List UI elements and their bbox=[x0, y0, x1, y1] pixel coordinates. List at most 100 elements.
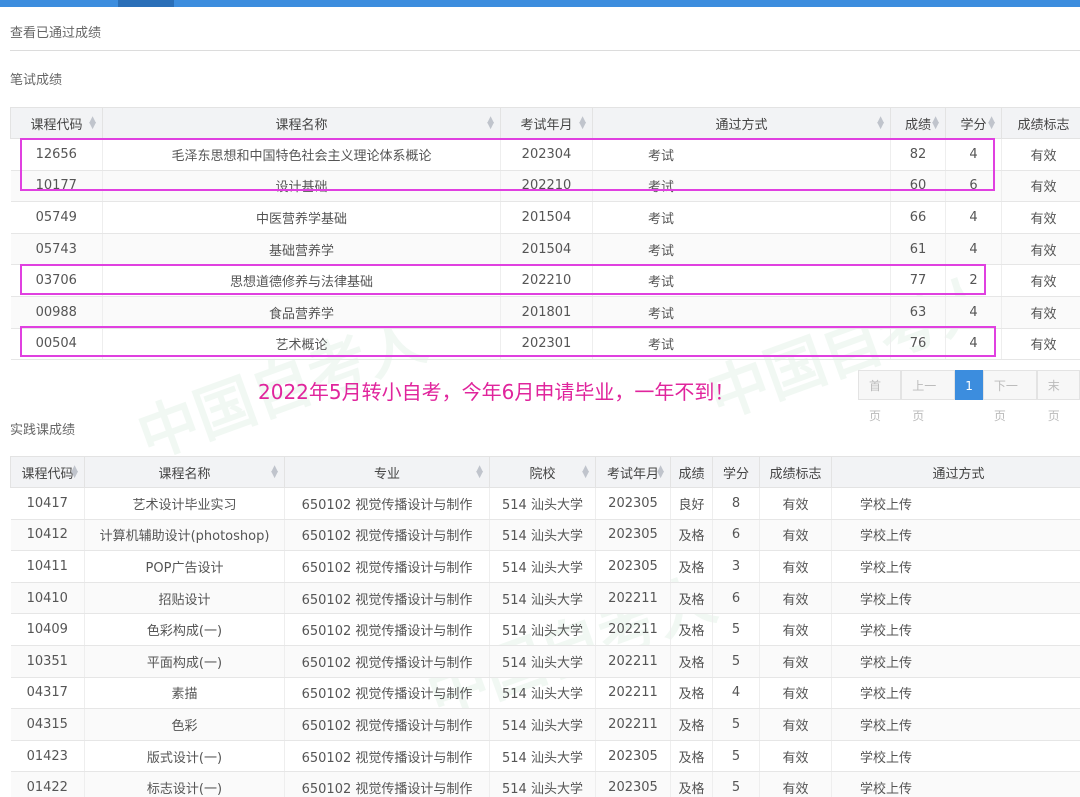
table-row[interactable]: 10411 POP广告设计 650102 视觉传播设计与制作 514 汕头大学 2023… bbox=[10, 550, 1080, 583]
sort-icon[interactable]: ▲ ▼ bbox=[988, 116, 995, 131]
sort-icon[interactable]: ▲ ▼ bbox=[932, 116, 939, 131]
table-cell: 202305 bbox=[595, 487, 671, 520]
current-page[interactable]: 1 bbox=[955, 370, 983, 400]
table-cell: 8 bbox=[712, 487, 760, 520]
table-row[interactable]: 10409 色彩构成(一) 650102 视觉传播设计与制作 514 汕头大学 2022… bbox=[10, 613, 1080, 646]
first-page-button[interactable]: 首页 bbox=[858, 370, 902, 423]
table-cell: 有效 bbox=[759, 708, 832, 741]
sort-icon[interactable]: ▲ ▼ bbox=[877, 116, 884, 131]
active-tab-marker[interactable] bbox=[118, 0, 174, 7]
table-cell: 及格 bbox=[670, 771, 713, 797]
table-cell: 4 bbox=[945, 138, 1002, 171]
sort-icon[interactable]: ▲ ▼ bbox=[271, 465, 278, 480]
table-cell: 平面构成(一) bbox=[84, 645, 285, 678]
table-cell: 有效 bbox=[759, 487, 832, 520]
table-cell: 12656 bbox=[10, 138, 103, 171]
sort-icon[interactable]: ▲ ▼ bbox=[582, 465, 589, 480]
last-page-button[interactable]: 末页 bbox=[1036, 370, 1080, 423]
table-cell: 514 汕头大学 bbox=[489, 708, 596, 741]
table-row[interactable]: 10417 艺术设计毕业实习 650102 视觉传播设计与制作 514 汕头大学 202… bbox=[10, 487, 1080, 520]
column-header[interactable]: 通过方式 ▲ ▼ bbox=[592, 107, 891, 139]
column-header-label: 课程代码 bbox=[21, 466, 74, 482]
column-header[interactable]: 成绩标志 bbox=[1001, 107, 1080, 139]
table-cell: 10351 bbox=[10, 645, 85, 678]
column-header[interactable]: 考试年月 ▲ ▼ bbox=[595, 456, 671, 488]
prev-page-button[interactable]: 上一页 bbox=[901, 370, 956, 423]
table-cell: 00988 bbox=[10, 296, 103, 329]
table-cell: 03706 bbox=[10, 264, 103, 297]
table-row[interactable]: 01423 版式设计(一) 650102 视觉传播设计与制作 514 汕头大学 2023… bbox=[10, 740, 1080, 773]
table-cell: 及格 bbox=[670, 613, 713, 646]
column-header[interactable]: 课程代码 ▲ ▼ bbox=[10, 107, 103, 139]
table-cell: 有效 bbox=[1001, 170, 1080, 203]
table-cell: 202305 bbox=[595, 771, 671, 797]
column-header[interactable]: 考试年月 ▲ ▼ bbox=[500, 107, 593, 139]
table-row[interactable]: 00504 艺术概论 202301 考试 76 4 有效 bbox=[10, 328, 1080, 361]
table-cell: 60 bbox=[890, 170, 946, 203]
table-cell: 及格 bbox=[670, 582, 713, 615]
table-row[interactable]: 03706 思想道德修养与法律基础 202210 考试 77 2 有效 bbox=[10, 264, 1080, 297]
column-header[interactable]: 课程名称 ▲ ▼ bbox=[102, 107, 501, 139]
column-header[interactable]: 课程名称 ▲ ▼ bbox=[84, 456, 285, 488]
column-header-label: 考试年月 bbox=[606, 466, 659, 482]
sort-icon[interactable]: ▲ ▼ bbox=[657, 465, 664, 480]
column-header[interactable]: 成绩标志 bbox=[759, 456, 832, 488]
table-cell: 202301 bbox=[500, 328, 593, 361]
table-cell: 计算机辅助设计(photoshop) bbox=[84, 519, 285, 552]
sort-icon[interactable]: ▲ ▼ bbox=[579, 116, 586, 131]
column-header[interactable]: 成绩 ▲ ▼ bbox=[890, 107, 946, 139]
column-header[interactable]: 院校 ▲ ▼ bbox=[489, 456, 596, 488]
column-header[interactable]: 学分 ▲ ▼ bbox=[945, 107, 1002, 139]
column-header-label: 课程名称 bbox=[275, 117, 328, 133]
table-cell: 202211 bbox=[595, 582, 671, 615]
table-cell: 514 汕头大学 bbox=[489, 677, 596, 710]
table-cell: 10411 bbox=[10, 550, 85, 583]
practice-scores-table: 课程代码 ▲ ▼ 课程名称 ▲ ▼ 专业 ▲ ▼ 院校 ▲ ▼ 考试年月 ▲ ▼ 成绩 学分 成绩标志 通过方式 1… bbox=[10, 456, 1080, 797]
table-cell: 有效 bbox=[759, 677, 832, 710]
column-header[interactable]: 学分 bbox=[712, 456, 760, 488]
table-cell: 4 bbox=[945, 233, 1002, 266]
table-cell: 版式设计(一) bbox=[84, 740, 285, 773]
table-cell: 202304 bbox=[500, 138, 593, 171]
table-row[interactable]: 05749 中医营养学基础 201504 考试 66 4 有效 bbox=[10, 201, 1080, 234]
table-row[interactable]: 04317 素描 650102 视觉传播设计与制作 514 汕头大学 202211 及格 4… bbox=[10, 677, 1080, 710]
sort-icon[interactable]: ▲ ▼ bbox=[89, 116, 96, 131]
table-row[interactable]: 12656 毛泽东思想和中国特色社会主义理论体系概论 202304 考试 82 4 有效 bbox=[10, 138, 1080, 171]
practice-section-title: 实践课成绩 bbox=[10, 423, 76, 438]
table-row[interactable]: 04315 色彩 650102 视觉传播设计与制作 514 汕头大学 202211 及格 5… bbox=[10, 708, 1080, 741]
column-header-label: 成绩 bbox=[678, 466, 705, 482]
table-cell: 202211 bbox=[595, 613, 671, 646]
table-cell: 650102 视觉传播设计与制作 bbox=[284, 771, 490, 797]
table-cell: 5 bbox=[712, 740, 760, 773]
table-row[interactable]: 10177 设计基础 202210 考试 60 6 有效 bbox=[10, 170, 1080, 203]
table-row[interactable]: 05743 基础营养学 201504 考试 61 4 有效 bbox=[10, 233, 1080, 266]
table-cell: 及格 bbox=[670, 645, 713, 678]
table-cell: 6 bbox=[712, 519, 760, 552]
sort-icon[interactable]: ▲ ▼ bbox=[487, 116, 494, 131]
table-cell: 考试 bbox=[592, 264, 891, 297]
table-cell: 650102 视觉传播设计与制作 bbox=[284, 487, 490, 520]
column-header[interactable]: 成绩 bbox=[670, 456, 713, 488]
table-cell: 2 bbox=[945, 264, 1002, 297]
sort-icon[interactable]: ▲ ▼ bbox=[476, 465, 483, 480]
column-header[interactable]: 专业 ▲ ▼ bbox=[284, 456, 490, 488]
table-cell: 82 bbox=[890, 138, 946, 171]
table-cell: 05749 bbox=[10, 201, 103, 234]
next-page-button[interactable]: 下一页 bbox=[982, 370, 1037, 423]
table-cell: 514 汕头大学 bbox=[489, 613, 596, 646]
table-row[interactable]: 01422 标志设计(一) 650102 视觉传播设计与制作 514 汕头大学 2023… bbox=[10, 771, 1080, 797]
table-row[interactable]: 10410 招贴设计 650102 视觉传播设计与制作 514 汕头大学 202211 及… bbox=[10, 582, 1080, 615]
sort-icon[interactable]: ▲ ▼ bbox=[71, 465, 78, 480]
table-cell: 基础营养学 bbox=[102, 233, 501, 266]
column-header[interactable]: 课程代码 ▲ ▼ bbox=[10, 456, 85, 488]
table-row[interactable]: 00988 食品营养学 201801 考试 63 4 有效 bbox=[10, 296, 1080, 329]
table-cell: 00504 bbox=[10, 328, 103, 361]
written-scores-table: 课程代码 ▲ ▼ 课程名称 ▲ ▼ 考试年月 ▲ ▼ 通过方式 ▲ ▼ 成绩 ▲ ▼ 学分 ▲ ▼ 成绩标志 126… bbox=[10, 107, 1080, 361]
table-cell: 202210 bbox=[500, 170, 593, 203]
table-cell: 有效 bbox=[1001, 296, 1080, 329]
column-header[interactable]: 通过方式 bbox=[831, 456, 1080, 488]
table-cell: 有效 bbox=[759, 613, 832, 646]
table-row[interactable]: 10412 计算机辅助设计(photoshop) 650102 视觉传播设计与制作 5… bbox=[10, 519, 1080, 552]
table-row[interactable]: 10351 平面构成(一) 650102 视觉传播设计与制作 514 汕头大学 2022… bbox=[10, 645, 1080, 678]
column-header-label: 通过方式 bbox=[715, 117, 768, 133]
